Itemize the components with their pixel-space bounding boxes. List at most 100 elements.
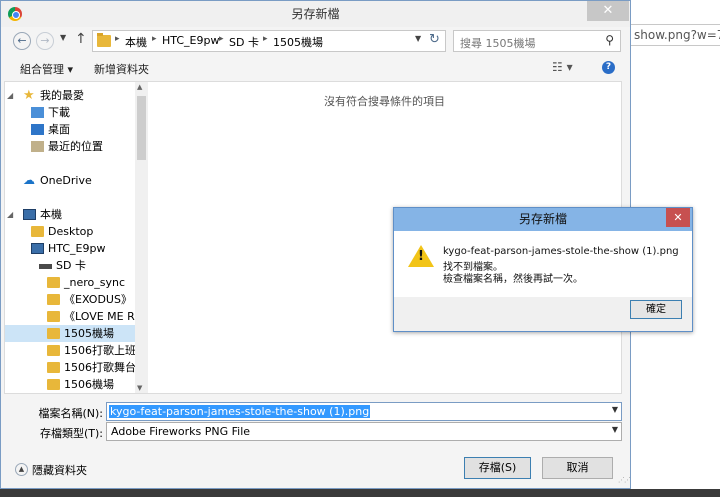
- tree-item[interactable]: 桌面: [5, 121, 136, 138]
- filename-input[interactable]: kygo-feat-parson-james-stole-the-show (1…: [106, 402, 622, 421]
- breadcrumb-this-pc[interactable]: 本機: [125, 34, 147, 50]
- up-button[interactable]: ↑: [75, 31, 87, 47]
- save-button[interactable]: 存檔(S): [464, 457, 531, 479]
- new-folder-button[interactable]: 新增資料夾: [94, 61, 149, 77]
- tree-item-label: 《EXODUS》: [64, 293, 132, 306]
- tree-item-label: 1506打歌上班: [64, 344, 136, 357]
- tree-item-label: Desktop: [48, 225, 94, 238]
- breadcrumb-device[interactable]: HTC_E9pw: [162, 34, 219, 47]
- tree-scrollbar[interactable]: ▲ ▼: [135, 82, 148, 393]
- phone-icon: [31, 243, 44, 254]
- drive-icon: [39, 264, 52, 269]
- breadcrumb-separator[interactable]: ▸: [115, 34, 120, 44]
- tree-item[interactable]: _nero_sync: [5, 274, 136, 291]
- resize-grip[interactable]: ⋰⋰: [618, 476, 631, 486]
- folder-icon: [47, 345, 60, 356]
- tree-item-label: 本機: [40, 208, 62, 221]
- folder-icon: [31, 226, 44, 237]
- error-message-area: ! kygo-feat-parson-james-stole-the-show …: [394, 231, 692, 297]
- filename-dropdown[interactable]: ▼: [612, 405, 618, 414]
- filetype-select[interactable]: Adobe Fireworks PNG File ▼: [106, 422, 622, 441]
- computer-icon: [23, 209, 36, 220]
- tree-item-label: 下載: [48, 106, 70, 119]
- search-input[interactable]: 搜尋 1505機場 ⚲: [453, 30, 621, 52]
- folder-icon: [47, 277, 60, 288]
- change-view-button[interactable]: ☷ ▾: [552, 60, 573, 74]
- filetype-value: Adobe Fireworks PNG File: [111, 425, 251, 438]
- tree-item[interactable]: ☁ OneDrive: [5, 172, 136, 189]
- tree-item-label: 最近的位置: [48, 140, 103, 153]
- ok-button[interactable]: 確定: [630, 300, 682, 319]
- scroll-thumb[interactable]: [137, 96, 146, 160]
- tree-item[interactable]: SD 卡: [5, 257, 136, 274]
- breadcrumb-current-folder[interactable]: 1505機場: [273, 34, 323, 50]
- breadcrumb-separator[interactable]: ▸: [152, 34, 157, 44]
- warning-exclamation: !: [418, 249, 424, 264]
- search-placeholder: 搜尋 1505機場: [460, 37, 536, 50]
- breadcrumb-sd-card[interactable]: SD 卡: [229, 34, 259, 50]
- filetype-dropdown[interactable]: ▼: [612, 425, 618, 434]
- filetype-label: 存檔類型(T):: [39, 427, 103, 440]
- tree-expander-icon[interactable]: ◢: [7, 206, 13, 223]
- tree-item-label: 1506打歌舞台: [64, 361, 136, 374]
- error-filename: kygo-feat-parson-james-stole-the-show (1…: [443, 246, 679, 257]
- tree-item-label: 1506機場: [64, 378, 114, 391]
- back-button[interactable]: ←: [13, 32, 31, 50]
- tree-expander-icon[interactable]: ◢: [7, 87, 13, 104]
- cancel-button[interactable]: 取消: [542, 457, 613, 479]
- tree-item[interactable]: ◢ ★ 我的最愛: [5, 87, 136, 104]
- taskbar-strip: [0, 489, 720, 497]
- tree-item[interactable]: HTC_E9pw: [5, 240, 136, 257]
- search-icon[interactable]: ⚲: [605, 33, 614, 47]
- filetype-row: 存檔類型(T): Adobe Fireworks PNG File ▼: [1, 422, 630, 442]
- breadcrumb-separator[interactable]: ▸: [263, 34, 268, 44]
- tree-item[interactable]: 1505機場: [5, 325, 136, 342]
- tree-item-label: 《LOVE ME RIG: [64, 310, 136, 323]
- desktop-icon: [31, 124, 44, 135]
- recent-places-icon: [31, 141, 44, 152]
- toolbar: 組合管理 ▾ 新增資料夾 ☷ ▾ ?: [1, 56, 630, 80]
- scroll-up-arrow[interactable]: ▲: [137, 83, 142, 91]
- navigation-row: ← → ▼ ↑ ▸ 本機 ▸ HTC_E9pw ▸ SD 卡 ▸ 1505機場 …: [1, 28, 630, 54]
- close-button[interactable]: ✕: [587, 1, 629, 21]
- tree-item[interactable]: 1506打歌舞台: [5, 359, 136, 376]
- folder-icon: [47, 362, 60, 373]
- tree-item[interactable]: ◢ 本機: [5, 206, 136, 223]
- folder-icon: [47, 379, 60, 390]
- help-icon[interactable]: ?: [602, 61, 615, 74]
- empty-results-message: 沒有符合搜尋條件的項目: [324, 95, 445, 108]
- chevron-up-icon: ▲: [15, 463, 28, 476]
- refresh-icon[interactable]: ↻: [429, 32, 440, 47]
- star-icon: ★: [23, 88, 35, 103]
- tree-item[interactable]: 《LOVE ME RIG: [5, 308, 136, 325]
- title-bar[interactable]: 另存新檔 ✕: [1, 1, 630, 27]
- forward-button[interactable]: →: [36, 32, 54, 50]
- recent-locations-dropdown[interactable]: ▼: [60, 33, 66, 42]
- tree-item-label: 1505機場: [64, 327, 114, 340]
- tree-item-label: OneDrive: [40, 174, 92, 187]
- tree-item-label: _nero_sync: [64, 276, 126, 289]
- filename-value[interactable]: kygo-feat-parson-james-stole-the-show (1…: [109, 405, 371, 418]
- error-close-button[interactable]: ✕: [666, 208, 690, 227]
- tree-item[interactable]: 最近的位置: [5, 138, 136, 155]
- folder-icon: [47, 311, 60, 322]
- tree-item[interactable]: Desktop: [5, 223, 136, 240]
- tree-item[interactable]: 1506機場: [5, 376, 136, 393]
- downloads-icon: [31, 107, 44, 118]
- tree-item[interactable]: 1506打歌上班: [5, 342, 136, 359]
- dialog-title: 另存新檔: [291, 7, 340, 21]
- browser-url-fragment: show.png?w=7: [630, 24, 720, 46]
- address-bar[interactable]: ▸ 本機 ▸ HTC_E9pw ▸ SD 卡 ▸ 1505機場 ▼ ↻: [92, 30, 446, 52]
- scroll-down-arrow[interactable]: ▼: [137, 384, 142, 392]
- hide-folders-label: 隱藏資料夾: [32, 464, 87, 477]
- tree-item[interactable]: 下載: [5, 104, 136, 121]
- error-dialog-title[interactable]: 另存新檔: [394, 208, 692, 231]
- error-dialog: 另存新檔 ✕ ! kygo-feat-parson-james-stole-th…: [393, 207, 693, 332]
- address-dropdown[interactable]: ▼: [415, 34, 421, 43]
- folder-icon: [97, 33, 111, 47]
- tree-item[interactable]: 《EXODUS》: [5, 291, 136, 308]
- tree-item-label: 桌面: [48, 123, 70, 136]
- organize-button[interactable]: 組合管理 ▾: [20, 61, 73, 77]
- breadcrumb-separator[interactable]: ▸: [219, 34, 224, 44]
- filename-label: 檔案名稱(N):: [38, 407, 103, 420]
